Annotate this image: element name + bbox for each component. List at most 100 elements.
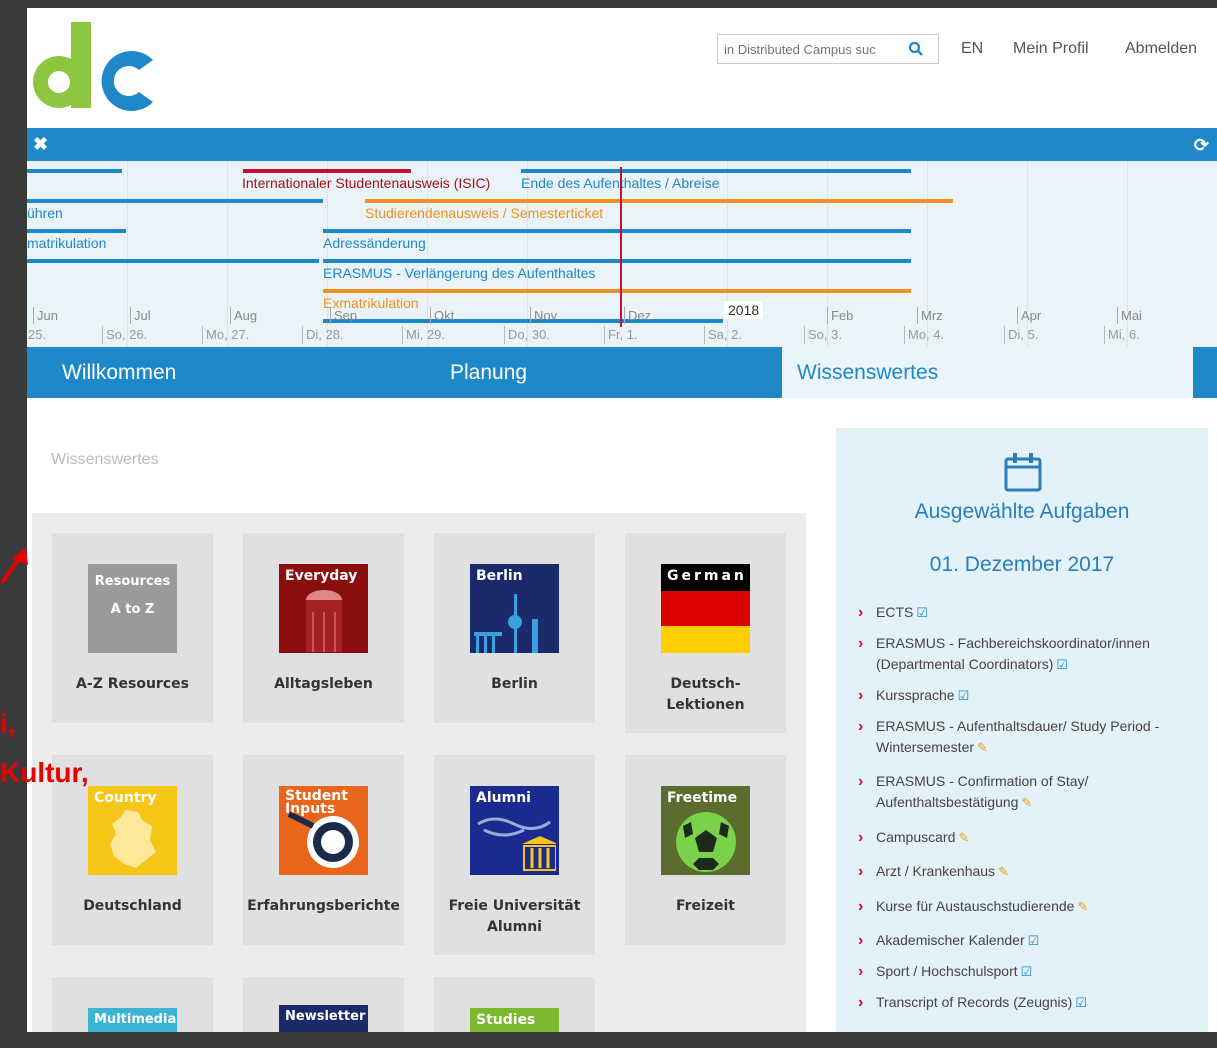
timeline-item[interactable]: ühren	[27, 205, 63, 221]
day-label: Mo, 4.	[904, 326, 944, 344]
task-item[interactable]: › ECTS ☑	[858, 602, 1188, 623]
grid-line	[727, 161, 728, 347]
task-label: Arzt / Krankenhaus	[876, 863, 996, 879]
task-label: Campuscard	[876, 829, 956, 845]
task-item[interactable]: › Sport / Hochschulsport ☑	[858, 961, 1188, 982]
newsletter-icon: Newsletter	[279, 1005, 368, 1032]
tile-caption: German	[667, 568, 747, 584]
search-box[interactable]	[717, 34, 939, 64]
tile-studies[interactable]: Studies	[434, 977, 595, 1032]
task-label: ERASMUS - Confirmation of Stay/ Aufentha…	[876, 773, 1089, 810]
breadcrumb: Wissenswertes	[51, 451, 159, 468]
month-label: Mrz	[917, 307, 943, 324]
panel-title: Ausgewählte Aufgaben	[914, 500, 1130, 523]
day-label: Mo, 27.	[202, 326, 249, 344]
timeline-bar[interactable]	[27, 169, 122, 173]
timeline-bar[interactable]	[323, 259, 911, 263]
day-label: Di, 5.	[1004, 326, 1038, 344]
tile-label: Freizeit	[675, 898, 735, 914]
tile-resources[interactable]: Resources A to Z A-Z Resources	[52, 533, 213, 723]
tile-caption: Country	[94, 790, 157, 806]
germany-map-icon: Country	[88, 786, 177, 875]
handshake-icon: Alumni	[470, 786, 559, 875]
tile-label: Alltagsleben	[274, 676, 373, 692]
timeline-item[interactable]: Adressänderung	[323, 235, 426, 251]
month-label: Nov	[530, 307, 557, 324]
month-label: Jun	[33, 307, 58, 324]
task-label: Akademischer Kalender	[876, 932, 1025, 948]
tile-multimedia[interactable]: Multimedia	[52, 977, 213, 1032]
task-label: Sport / Hochschulsport	[876, 963, 1018, 979]
timeline-bar[interactable]	[323, 289, 911, 293]
timeline-bar[interactable]	[27, 199, 323, 203]
timeline-bar[interactable]	[27, 229, 126, 233]
tile-grid: Resources A to Z A-Z Resources Everyday …	[32, 513, 806, 1032]
check-icon: ☑	[1027, 933, 1040, 948]
panel-date: 01. Dezember 2017	[929, 553, 1115, 576]
task-item[interactable]: › ERASMUS - Fachbereichskoordinator/innen…	[858, 633, 1188, 675]
task-item[interactable]: › Kurse für Austauschstudierende ✎	[858, 896, 1188, 917]
day-label: So, 26.	[102, 326, 147, 344]
task-label: ECTS	[876, 604, 914, 620]
search-input[interactable]	[718, 41, 898, 57]
month-label: Okt	[430, 307, 454, 324]
tile-german[interactable]: German Deutsch- Lektionen	[625, 533, 786, 733]
magnifier-icon: Student Inputs	[279, 786, 368, 875]
timeline-bar[interactable]	[323, 229, 911, 233]
task-item[interactable]: › ERASMUS - Aufenthaltsdauer/ Study Perio…	[858, 716, 1188, 758]
tile-label: A-Z Resources	[76, 676, 189, 692]
refresh-icon[interactable]: ⟳	[1194, 135, 1209, 156]
tile-berlin[interactable]: Berlin Berlin	[434, 533, 595, 723]
check-icon: ☑	[1056, 657, 1069, 672]
tile-freetime[interactable]: Freetime Freizeit	[625, 755, 786, 945]
tile-student-inputs[interactable]: Student Inputs Erfahrungsberichte	[243, 755, 404, 945]
day-label: Sa, 2.	[704, 326, 742, 344]
timeline-item[interactable]: matrikulation	[27, 235, 106, 251]
tab-willkommen[interactable]: Willkommen	[62, 347, 176, 398]
timeline-bar[interactable]	[243, 169, 411, 173]
timeline-bar[interactable]	[27, 259, 319, 263]
tile-alumni[interactable]: Alumni Freie Universität Alumni	[434, 755, 595, 955]
pencil-icon: ✎	[958, 830, 970, 845]
task-item[interactable]: › Campuscard ✎	[858, 827, 1188, 848]
tile-newsletter[interactable]: Newsletter	[243, 977, 404, 1032]
timeline-bar[interactable]	[323, 319, 723, 323]
annotation-arrow-icon	[0, 547, 28, 585]
annotation-text: Kultur,	[0, 757, 89, 788]
tile-label: Berlin	[491, 676, 538, 692]
chevron-right-icon: ›	[858, 994, 864, 1011]
dc-logo[interactable]	[31, 22, 156, 114]
resources-icon: Resources A to Z	[88, 564, 177, 653]
timeline-bar[interactable]	[521, 169, 911, 173]
task-item[interactable]: › Arzt / Krankenhaus ✎	[858, 861, 1188, 882]
timeline-item[interactable]: Studierendenausweis / Semesterticket	[365, 205, 603, 221]
pencil-icon: ✎	[1021, 795, 1033, 810]
language-link[interactable]: EN	[961, 40, 983, 58]
search-icon[interactable]	[908, 41, 924, 57]
timeline-item[interactable]: ERASMUS - Verlängerung des Aufenthaltes	[323, 265, 595, 281]
timeline-item[interactable]: Internationaler Studentenausweis (ISIC)	[242, 175, 490, 191]
chevron-right-icon: ›	[858, 718, 864, 735]
task-item[interactable]: › ERASMUS - Confirmation of Stay/ Aufenth…	[858, 771, 1188, 813]
month-label: Sep	[330, 307, 357, 324]
task-item[interactable]: › Transcript of Records (Zeugnis) ☑	[858, 992, 1188, 1013]
german-flag-icon: German	[661, 564, 750, 653]
screenshot-frame: { "header": { "search_placeholder": "in …	[0, 0, 1217, 1048]
tab-planung[interactable]: Planung	[450, 347, 527, 398]
grid-line	[127, 161, 128, 347]
tile-label: Deutsch- Lektionen	[666, 676, 745, 713]
tile-label: Freie Universität Alumni	[448, 898, 581, 935]
tab-wissenswertes[interactable]: Wissenswertes	[797, 347, 938, 398]
timeline[interactable]: Internationaler Studentenausweis (ISIC) …	[27, 161, 1217, 347]
selected-tasks-panel: Ausgewählte Aufgaben 01. Dezember 2017 ›…	[836, 428, 1208, 1032]
year-label: 2018	[724, 301, 764, 319]
tile-everyday[interactable]: Everyday Alltagsleben	[243, 533, 404, 723]
chevron-right-icon: ›	[858, 635, 864, 652]
task-item[interactable]: › Kurssprache ☑	[858, 685, 1188, 706]
timeline-bar[interactable]	[365, 199, 953, 203]
close-icon[interactable]: ✖	[33, 134, 48, 155]
logout-link[interactable]: Abmelden	[1125, 40, 1197, 58]
task-label: Transcript of Records (Zeugnis)	[876, 994, 1073, 1010]
task-item[interactable]: › Akademischer Kalender ☑	[858, 930, 1188, 951]
profile-link[interactable]: Mein Profil	[1013, 40, 1089, 58]
